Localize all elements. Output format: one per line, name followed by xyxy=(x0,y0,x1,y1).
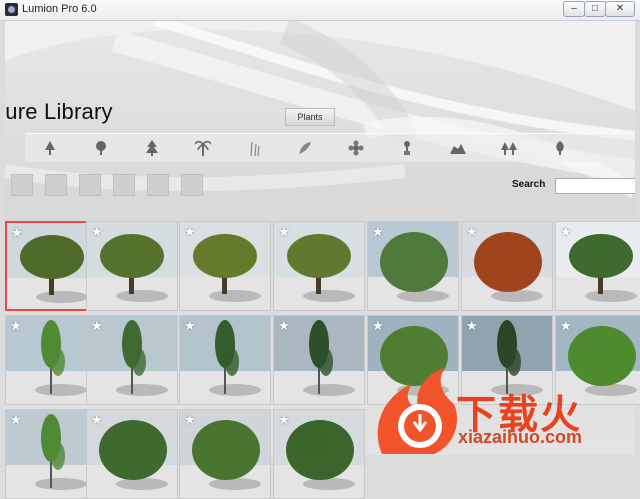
plant-thumbnail[interactable]: ★ xyxy=(273,315,365,405)
palm-tree-icon[interactable] xyxy=(181,134,225,162)
filter-button[interactable] xyxy=(45,174,67,196)
window-title: Lumion Pro 6.0 xyxy=(22,3,97,15)
plant-thumbnail[interactable]: ★ xyxy=(86,315,178,405)
close-button[interactable]: ✕ xyxy=(605,1,635,17)
category-icon-strip xyxy=(25,133,635,162)
plant-pot-icon[interactable] xyxy=(385,134,429,162)
favorite-star-icon[interactable]: ★ xyxy=(466,318,478,334)
rock-icon[interactable] xyxy=(436,134,480,162)
plant-thumbnail[interactable]: ★ xyxy=(461,221,553,311)
conifer-tree-icon[interactable] xyxy=(130,134,174,162)
app-logo-icon xyxy=(5,3,18,16)
flower-icon[interactable] xyxy=(334,134,378,162)
favorite-star-icon[interactable]: ★ xyxy=(184,224,196,240)
plant-thumbnail[interactable]: ★ xyxy=(5,315,97,405)
reed-icon[interactable] xyxy=(232,134,276,162)
favorite-star-icon[interactable]: ★ xyxy=(278,412,290,428)
plant-thumbnail[interactable]: ★ xyxy=(86,221,178,311)
plant-thumbnail[interactable]: ★ xyxy=(5,221,97,311)
tab-plants[interactable]: Plants xyxy=(285,108,335,126)
favorite-star-icon[interactable]: ★ xyxy=(560,224,572,240)
search-input[interactable] xyxy=(555,178,635,194)
deciduous-tree-icon[interactable] xyxy=(28,134,72,162)
round-tree-icon[interactable] xyxy=(79,134,123,162)
favorite-star-icon[interactable]: ★ xyxy=(278,318,290,334)
watermark-url: xiazaihuo.com xyxy=(458,427,583,447)
favorite-star-icon[interactable]: ★ xyxy=(10,412,22,428)
favorite-star-icon[interactable]: ★ xyxy=(91,224,103,240)
favorite-star-icon[interactable]: ★ xyxy=(560,318,572,334)
plant-thumbnail[interactable]: ★ xyxy=(5,409,97,499)
leaves-icon[interactable] xyxy=(283,134,327,162)
forest-icon[interactable] xyxy=(487,134,531,162)
favorite-star-icon[interactable]: ★ xyxy=(466,224,478,240)
favorite-star-icon[interactable]: ★ xyxy=(91,412,103,428)
favorite-star-icon[interactable]: ★ xyxy=(10,318,22,334)
favorite-star-icon[interactable]: ★ xyxy=(184,412,196,428)
filter-button[interactable] xyxy=(147,174,169,196)
shrub-icon[interactable] xyxy=(538,134,582,162)
plant-thumbnail[interactable]: ★ xyxy=(367,221,459,311)
search-label: Search xyxy=(512,179,546,190)
favorite-star-icon[interactable]: ★ xyxy=(11,225,23,241)
favorite-star-icon[interactable]: ★ xyxy=(184,318,196,334)
filter-button[interactable] xyxy=(11,174,33,196)
favorite-star-icon[interactable]: ★ xyxy=(278,224,290,240)
favorite-star-icon[interactable]: ★ xyxy=(372,224,384,240)
plant-thumbnail[interactable]: ★ xyxy=(179,221,271,311)
plant-thumbnail[interactable]: ★ xyxy=(179,409,271,499)
favorite-star-icon[interactable]: ★ xyxy=(372,318,384,334)
plant-thumbnail[interactable]: ★ xyxy=(555,221,640,311)
plant-thumbnail[interactable]: ★ xyxy=(273,409,365,499)
filter-button[interactable] xyxy=(79,174,101,196)
plant-thumbnail[interactable]: ★ xyxy=(179,315,271,405)
favorite-star-icon[interactable]: ★ xyxy=(91,318,103,334)
minimize-button[interactable]: – xyxy=(563,1,585,17)
filter-button[interactable] xyxy=(113,174,135,196)
maximize-button[interactable]: □ xyxy=(584,1,606,17)
window-title-bar: Lumion Pro 6.0 – □ ✕ xyxy=(0,0,640,21)
plant-thumbnail[interactable]: ★ xyxy=(273,221,365,311)
library-title: ture Library xyxy=(5,99,113,124)
plant-thumbnail[interactable]: ★ xyxy=(86,409,178,499)
filter-button[interactable] xyxy=(181,174,203,196)
